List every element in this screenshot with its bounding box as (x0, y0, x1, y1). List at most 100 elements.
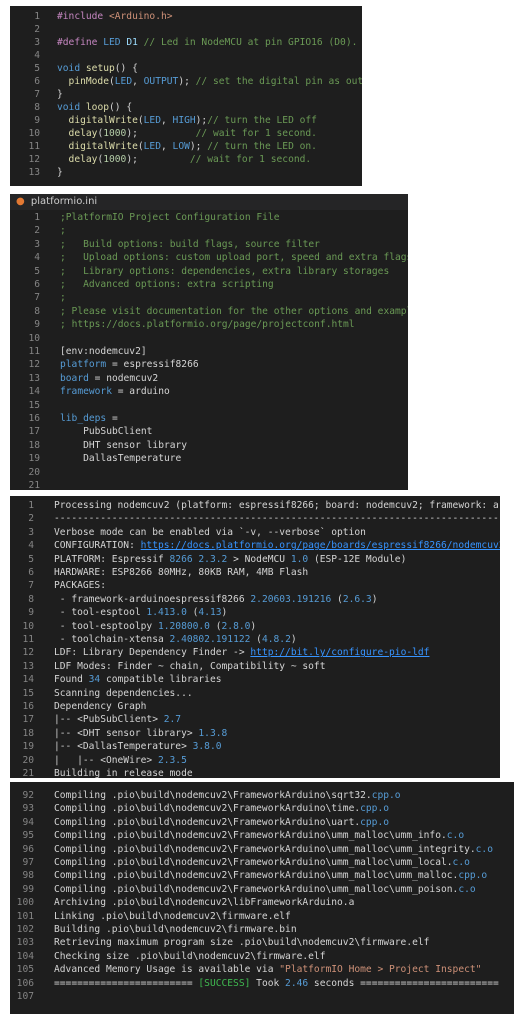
line-number: 12 (28, 359, 40, 371)
editor-main-cpp[interactable]: 1 #include <Arduino.h> 2 3 #define LED D1 //… (10, 6, 362, 186)
line-number: 19 (28, 453, 40, 465)
code-token: DHT sensor library (60, 439, 188, 451)
code-token: 34 (88, 674, 101, 686)
code-token: LDF: Library Dependency Finder -> (54, 647, 251, 659)
code-token: board (60, 372, 89, 384)
code-line: 6 ; Advanced options: extra scripting (10, 278, 408, 291)
code-line: 93 Compiling .pio\build\nodemcuv2\Framewo… (10, 802, 514, 815)
code-line: 7 PACKAGES: (10, 579, 500, 592)
line-number: 3 (28, 526, 34, 538)
code-token: <Arduino.h> (108, 11, 173, 22)
code-token: c.o (446, 830, 465, 842)
line-content: ; Advanced options: extra scripting (60, 278, 274, 291)
code-token: compatible libraries (100, 674, 222, 686)
editor-body[interactable]: 1 ;PlatformIO Project Configuration File 2… (10, 194, 408, 490)
code-token: Scanning dependencies... (54, 687, 193, 699)
line-number: 18 (28, 439, 40, 451)
code-token: - tool-esptool (54, 607, 147, 619)
line-content: Compiling .pio\build\nodemcuv2\Framework… (54, 802, 389, 815)
code-line: 16 lib_deps = (10, 412, 408, 425)
code-line: 95 Compiling .pio\build\nodemcuv2\Framewo… (10, 829, 514, 842)
code-token: Found (54, 674, 89, 686)
code-line: 12 delay(1000); // wait for 1 second. (10, 153, 362, 166)
line-number: 2 (34, 24, 40, 35)
code-token: > NodeMCU (227, 553, 291, 565)
terminal-output-head[interactable]: 1 Processing nodemcuv2 (platform: espress… (10, 496, 500, 778)
line-content: ; (60, 224, 66, 237)
code-token: delay (57, 128, 98, 139)
line-content: Archiving .pio\build\nodemcuv2\libFramew… (54, 896, 354, 909)
code-line: 107 (10, 990, 514, 1003)
terminal-output-tail[interactable]: 92 Compiling .pio\build\nodemcuv2\Framewo… (10, 782, 514, 1014)
line-number: 19 (22, 741, 34, 753)
line-content: digitalWrite(LED, HIGH);// turn the LED … (57, 114, 317, 127)
code-token: 1000 (103, 128, 127, 139)
code-token: |-- <DHT sensor library> (54, 727, 199, 739)
code-token: () { (109, 102, 133, 113)
line-number: 105 (16, 964, 34, 976)
line-content: Compiling .pio\build\nodemcuv2\Framework… (54, 869, 487, 882)
code-line: 20 | |-- <OneWire> 2.3.5 (10, 754, 500, 767)
code-token: PLATFORM: Espressif (54, 553, 170, 565)
line-content: #define LED D1 // Led in NodeMCU at pin … (57, 36, 357, 49)
code-token: ); (126, 128, 196, 139)
code-line: 5 ; Library options: dependencies, extra … (10, 265, 408, 278)
code-token: Compiling .pio\build\nodemcuv2\Framework… (54, 803, 361, 815)
line-number: 98 (22, 870, 34, 882)
line-number: 102 (16, 924, 34, 935)
line-content: LDF: Library Dependency Finder -> http:/… (54, 646, 429, 659)
code-line: 92 Compiling .pio\build\nodemcuv2\Framewo… (10, 789, 514, 802)
code-token[interactable]: http://bit.ly/configure-pio-ldf (250, 647, 429, 658)
line-content: Verbose mode can be enabled via `-v, --v… (54, 526, 366, 539)
line-content: #include <Arduino.h> (57, 10, 173, 23)
code-line: 17 PubSubClient (10, 425, 408, 438)
code-token: seconds ======================== (308, 977, 499, 989)
code-token: Building .pio\build\nodemcuv2\firmware.b… (54, 924, 297, 935)
code-token: c.o (458, 883, 476, 895)
line-number: 15 (28, 399, 40, 411)
line-number: 6 (34, 279, 40, 290)
code-token: #define (57, 37, 104, 48)
line-content: board = nodemcuv2 (60, 372, 158, 385)
code-token: c.o (475, 843, 493, 855)
code-token: 2.40802.191122 (169, 634, 251, 645)
line-content: Compiling .pio\build\nodemcuv2\Framework… (54, 883, 476, 896)
line-number: 100 (16, 897, 34, 909)
code-token: 2.7 (163, 714, 182, 726)
line-number: 16 (22, 701, 34, 712)
line-content: - toolchain-xtensa 2.40802.191122 (4.8.2… (54, 633, 297, 646)
code-token[interactable]: https://docs.platformio.org/page/boards/… (141, 540, 500, 551)
line-number: 3 (34, 238, 40, 250)
code-line: 1 ;PlatformIO Project Configuration File (10, 211, 408, 224)
code-line: 18 DHT sensor library (10, 439, 408, 452)
code-line: 10 (10, 332, 408, 345)
line-number: 4 (28, 540, 34, 552)
code-line: 96 Compiling .pio\build\nodemcuv2\Framewo… (10, 843, 514, 856)
line-content: Found 34 compatible libraries (54, 673, 222, 686)
code-token: 2.20603.191216 (250, 593, 332, 605)
line-number: 5 (34, 265, 40, 277)
code-token: 2.8.0 (221, 620, 251, 632)
line-content: [env:nodemcuv2] (60, 345, 147, 358)
code-line: 97 Compiling .pio\build\nodemcuv2\Framewo… (10, 856, 514, 869)
code-token: #include (57, 11, 109, 22)
code-token: // wait for 1 second. (195, 128, 317, 139)
line-number: 17 (28, 426, 40, 438)
line-number: 8 (34, 102, 40, 113)
line-number: 1 (34, 212, 40, 223)
code-token: () { (114, 63, 138, 74)
line-content: PACKAGES: (54, 579, 106, 592)
code-token: ); (178, 76, 196, 87)
code-token: void (57, 102, 86, 113)
code-token: ======================== (54, 977, 199, 989)
code-token: ; Advanced options: extra scripting (60, 279, 274, 290)
code-token: LOW (172, 141, 190, 152)
code-token: DallasTemperature (60, 453, 182, 465)
code-line: 4 (10, 49, 362, 62)
line-number: 7 (28, 580, 34, 592)
line-content: ; https://docs.platformio.org/page/proje… (60, 318, 355, 331)
code-line: 11 [env:nodemcuv2] (10, 345, 408, 358)
line-content: PLATFORM: Espressif 8266 2.3.2 > NodeMCU… (54, 553, 406, 566)
editor-platformio-ini[interactable]: ● platformio.ini 1 ;PlatformIO Project Co… (10, 194, 408, 490)
code-line: 11 digitalWrite(LED, LOW); // turn the L… (10, 140, 362, 153)
